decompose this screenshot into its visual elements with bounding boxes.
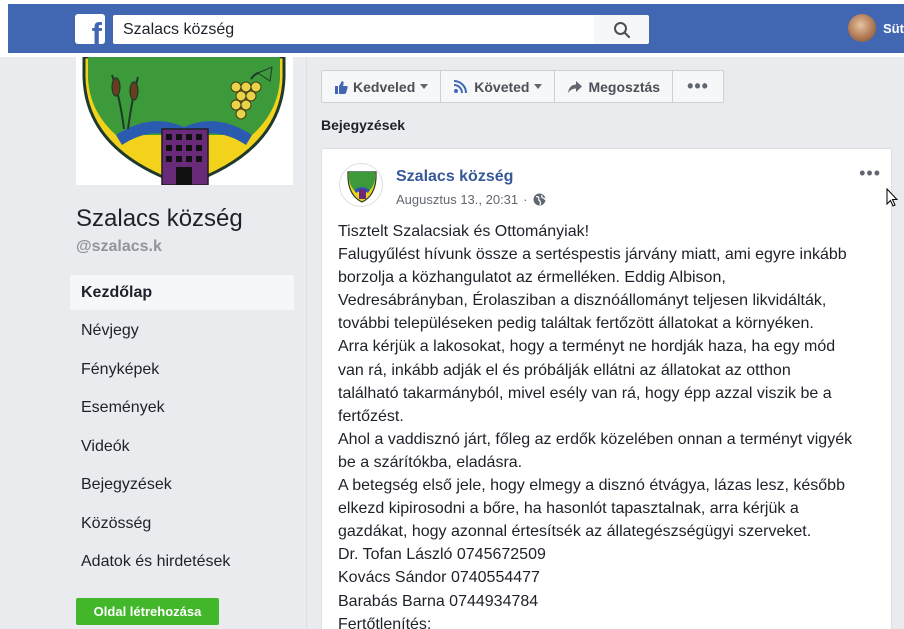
post-line: Fertőtlenítés:	[338, 615, 432, 629]
share-arrow-icon	[567, 80, 583, 94]
rss-icon	[453, 79, 469, 94]
globe-icon	[533, 193, 546, 206]
post-line: Barabás Barna 0744934784	[338, 592, 539, 610]
page-title: Szalacs község	[76, 205, 243, 232]
section-title: Bejegyzések	[321, 117, 406, 133]
meta-separator: ·	[523, 192, 528, 207]
post-author-avatar[interactable]	[339, 163, 383, 207]
coat-of-arms-image	[82, 57, 286, 185]
post-line: Tisztelt Szalacsiak és Ottományiak!	[338, 223, 590, 240]
page-nav: Kezdőlap Névjegy Fényképek Események Vid…	[70, 275, 294, 582]
share-button[interactable]: Megosztás	[555, 71, 674, 102]
search-button[interactable]	[594, 15, 649, 44]
post-line: Falugyűlést hívunk össze a sertéspestis …	[338, 246, 847, 264]
facebook-logo-icon[interactable]: f	[75, 14, 105, 44]
post-line: be a szárítókba, eladásra.	[338, 453, 523, 471]
chevron-down-icon	[420, 84, 429, 89]
post-line: további településeken pedig találtak fer…	[338, 315, 814, 333]
post-options-button[interactable]: •••	[859, 163, 881, 184]
follow-button-label: Követed	[474, 78, 530, 95]
follow-button[interactable]: Követed	[441, 71, 556, 102]
create-page-button[interactable]: Oldal létrehozása	[76, 598, 219, 625]
mouse-cursor-icon	[886, 188, 898, 207]
nav-item-info-and-ads[interactable]: Adatok és hirdetések	[70, 543, 294, 582]
coat-of-arms-thumbnail	[347, 171, 377, 203]
post-line: A betegség első jele, hogy elmegy a disz…	[338, 477, 845, 495]
page-action-bar: Kedveled Követed Megosztás •••	[321, 70, 724, 103]
post-line: gazdákat, hogy azonnal értesítsék az áll…	[338, 523, 812, 541]
share-button-label: Megosztás	[588, 78, 661, 95]
column-divider	[306, 57, 307, 629]
more-options-button[interactable]: •••	[673, 71, 723, 102]
user-name-link[interactable]: Süt	[883, 21, 904, 36]
post-line: Kovács Sándor 0740554477	[338, 569, 540, 587]
nav-item-photos[interactable]: Fényképek	[70, 351, 294, 390]
nav-item-community[interactable]: Közösség	[70, 505, 294, 544]
search-input[interactable]: Szalacs község	[113, 15, 594, 44]
page-profile-picture[interactable]	[76, 57, 293, 185]
nav-item-about[interactable]: Névjegy	[70, 312, 294, 351]
nav-item-posts[interactable]: Bejegyzések	[70, 466, 294, 505]
nav-item-home[interactable]: Kezdőlap	[70, 275, 294, 310]
post-line: van rá, inkább adják el és próbálják ell…	[338, 361, 791, 379]
post-line: borzolja a közhangulatot az érmelléken. …	[338, 269, 726, 287]
post-line: Dr. Tofan László 0745672509	[338, 546, 546, 564]
post-line: Ahol a vaddisznó járt, főleg az erdők kö…	[338, 430, 853, 448]
post-line: Vedresábrányban, Érolasziban a disznóáll…	[338, 292, 827, 310]
like-button[interactable]: Kedveled	[322, 71, 442, 102]
page-handle[interactable]: @szalacs.k	[76, 238, 162, 256]
post-line: található takarmányból, mivel esély van …	[338, 384, 832, 402]
post-line: Arra kérjük a lakosokat, hogy a terményt…	[338, 338, 836, 356]
post-body: Tisztelt Szalacsiak és Ottományiak! Falu…	[338, 220, 883, 629]
post-author-name[interactable]: Szalacs község	[396, 168, 513, 186]
like-button-label: Kedveled	[353, 78, 416, 95]
thumbs-up-icon	[334, 80, 348, 94]
post-card: Szalacs község Augusztus 13., 20:31 · ••…	[321, 148, 892, 629]
search-icon	[613, 21, 630, 38]
user-avatar[interactable]	[848, 14, 876, 42]
top-bar: f Szalacs község Süt	[0, 0, 904, 57]
post-line: fertőzést.	[338, 407, 404, 425]
nav-item-videos[interactable]: Videók	[70, 428, 294, 467]
post-meta: Augusztus 13., 20:31 ·	[396, 192, 546, 207]
nav-item-events[interactable]: Események	[70, 389, 294, 428]
chevron-down-icon	[534, 84, 543, 89]
post-timestamp[interactable]: Augusztus 13., 20:31	[396, 192, 518, 207]
post-line: elkezd kipirosodni a bőre, ha hasonlót t…	[338, 500, 799, 518]
